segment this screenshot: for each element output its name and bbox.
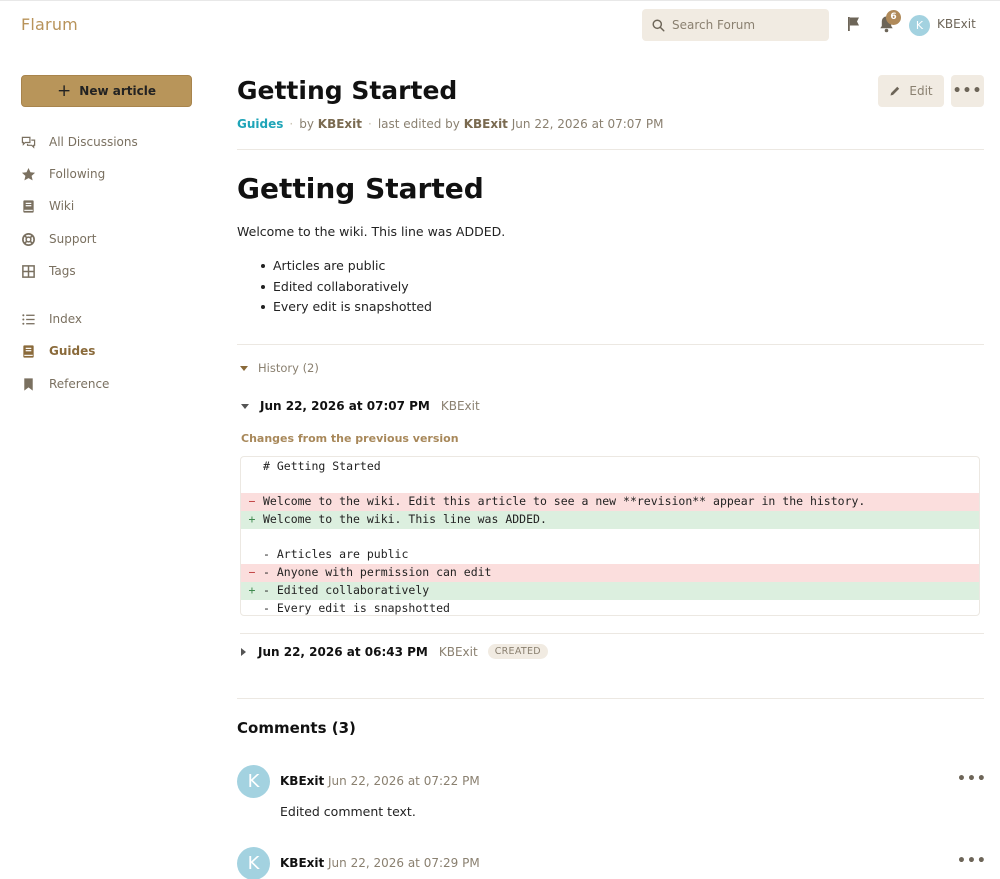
page-title: Getting Started — [237, 76, 458, 105]
comment-author[interactable]: KBExit — [280, 774, 324, 788]
changes-label: Changes from the previous version — [241, 432, 459, 445]
divider — [237, 149, 984, 150]
diff-text: - Every edit is snapshotted — [263, 600, 450, 615]
diff-sign: + — [248, 512, 256, 527]
diff-sign: + — [248, 582, 256, 597]
article-heading: Getting Started — [237, 172, 484, 205]
created-badge: CREATED — [487, 644, 548, 659]
diff-sign — [241, 529, 263, 547]
comment-more-button[interactable]: ••• — [957, 771, 987, 787]
revision-header[interactable]: Jun 22, 2026 at 06:43 PM KBExit CREATED — [241, 644, 548, 659]
edited-time: Jun 22, 2026 at 07:07 PM — [511, 117, 664, 131]
tag-link[interactable]: Guides — [237, 117, 283, 131]
list-icon — [22, 313, 35, 325]
diff-sign: − — [248, 565, 256, 580]
edit-button[interactable]: Edit — [878, 75, 944, 107]
history-toggle[interactable]: History (2) — [240, 361, 319, 375]
comment-body: Edited comment text. — [280, 804, 416, 819]
new-article-button[interactable]: + New article — [21, 75, 192, 107]
plus-icon: + — [57, 80, 72, 101]
divider — [237, 698, 984, 699]
pencil-icon — [890, 86, 900, 96]
new-article-label: New article — [79, 84, 156, 98]
avatar[interactable]: K — [237, 765, 270, 798]
article-list: Articles are public Edited collaborative… — [261, 256, 432, 318]
diff-line: # Getting Started — [241, 458, 979, 476]
book-icon — [23, 344, 34, 358]
diff-sign — [241, 546, 263, 564]
diff-text: - Anyone with permission can edit — [263, 565, 492, 580]
diff-sign — [241, 476, 263, 494]
comment-more-button[interactable]: ••• — [957, 853, 987, 869]
bookmark-icon — [24, 377, 33, 391]
revision-header[interactable]: Jun 22, 2026 at 07:07 PM KBExit — [241, 399, 480, 413]
flag-icon[interactable] — [846, 16, 862, 32]
book-icon — [23, 199, 34, 213]
caret-down-icon — [240, 365, 248, 371]
diff-line — [241, 529, 979, 547]
diff-text: - Articles are public — [263, 547, 409, 562]
sidebar-item-reference[interactable]: Reference — [21, 374, 109, 394]
diff-sign — [241, 600, 263, 618]
diff-line — [241, 476, 979, 494]
sidebar-item-wiki[interactable]: Wiki — [21, 196, 74, 216]
sidebar-item-tags[interactable]: Tags — [21, 261, 76, 281]
sidebar-item-support[interactable]: Support — [21, 229, 96, 249]
diff-text: Welcome to the wiki. This line was ADDED… — [263, 512, 547, 527]
discussions-icon — [21, 136, 36, 149]
app-header: Flarum 6 K KBExit — [0, 0, 1000, 48]
divider — [237, 344, 984, 345]
editor-link[interactable]: KBExit — [464, 117, 508, 131]
notification-badge: 6 — [886, 10, 901, 25]
avatar[interactable]: K — [237, 847, 270, 879]
comment-author[interactable]: KBExit — [280, 856, 324, 870]
sidebar-item-index[interactable]: Index — [21, 309, 82, 329]
search-input[interactable] — [672, 18, 812, 32]
sidebar-item-all-discussions[interactable]: All Discussions — [21, 132, 138, 152]
article-meta: Guides · by KBExit · last edited by KBExit J… — [237, 117, 664, 131]
diff-text: # Getting Started — [263, 459, 381, 473]
more-options-button[interactable]: ••• — [951, 75, 984, 107]
diff-view: # Getting Started − Welcome to the wiki. … — [240, 456, 980, 616]
diff-text: Welcome to the wiki. Edit this article t… — [263, 494, 866, 509]
caret-down-icon — [241, 403, 249, 409]
diff-line-added: + Welcome to the wiki. This line was ADDE… — [241, 511, 979, 529]
diff-line-removed: − - Anyone with permission can edit — [241, 564, 979, 582]
lifebuoy-icon — [22, 232, 35, 246]
user-menu[interactable]: KBExit — [937, 17, 976, 31]
star-icon — [21, 167, 36, 180]
comments-title: Comments (3) — [237, 719, 356, 737]
search-icon — [652, 18, 665, 32]
diff-sign: − — [248, 494, 256, 509]
diff-sign — [241, 458, 263, 476]
grid-icon — [22, 264, 35, 278]
sidebar-item-following[interactable]: Following — [21, 164, 105, 184]
list-item: Every edit is snapshotted — [261, 297, 432, 318]
caret-right-icon — [241, 647, 246, 656]
search-box[interactable] — [642, 9, 829, 41]
diff-line: - Articles are public — [241, 546, 979, 564]
article-paragraph: Welcome to the wiki. This line was ADDED… — [237, 224, 506, 239]
diff-text: - Edited collaboratively — [263, 582, 430, 597]
sidebar-item-guides[interactable]: Guides — [21, 341, 95, 361]
diff-line-removed: − Welcome to the wiki. Edit this article … — [241, 493, 979, 512]
list-item: Articles are public — [261, 256, 432, 277]
divider — [240, 633, 984, 634]
user-avatar[interactable]: K — [909, 15, 930, 36]
brand-logo[interactable]: Flarum — [21, 15, 78, 34]
author-link[interactable]: KBExit — [318, 117, 362, 131]
comment-time[interactable]: Jun 22, 2026 at 07:22 PM — [328, 774, 480, 788]
list-item: Edited collaboratively — [261, 277, 432, 298]
diff-line: - Every edit is snapshotted — [241, 600, 979, 618]
diff-line-added: + - Edited collaboratively — [241, 581, 979, 600]
comment-time[interactable]: Jun 22, 2026 at 07:29 PM — [328, 856, 480, 870]
